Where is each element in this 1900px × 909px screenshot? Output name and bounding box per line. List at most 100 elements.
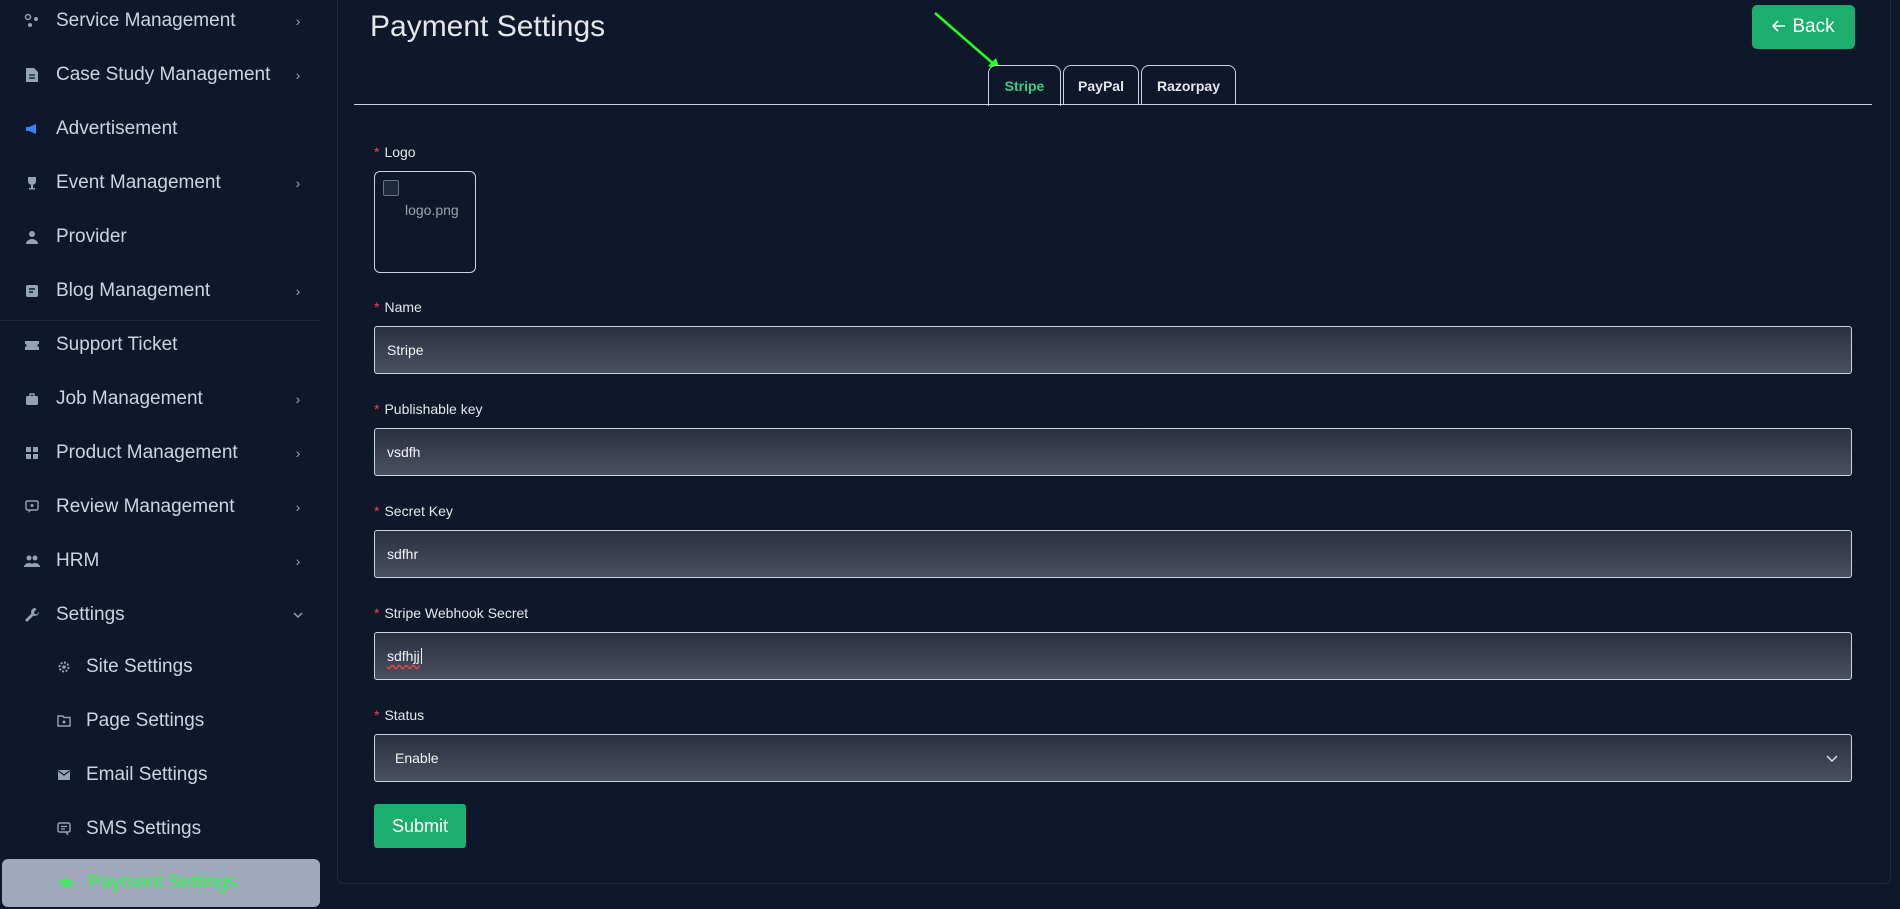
- sidebar-item-label: Provider: [56, 226, 127, 247]
- sidebar-item-product-management[interactable]: Product Management ›: [0, 426, 326, 480]
- broken-image-icon: [383, 180, 399, 196]
- sidebar-item-label: Case Study Management: [56, 64, 271, 85]
- briefcase-icon: [24, 391, 40, 407]
- sidebar-item-settings[interactable]: Settings: [0, 588, 326, 642]
- arrow-left-icon: [1772, 16, 1786, 38]
- required-mark: *: [374, 401, 380, 417]
- tab-razorpay[interactable]: Razorpay: [1141, 65, 1236, 105]
- back-button-label: Back: [1792, 16, 1835, 37]
- logo-label-text: Logo: [384, 144, 416, 160]
- webhook-secret-value: sdfhjj: [387, 648, 420, 664]
- publishable-key-value: vsdfh: [387, 444, 421, 460]
- page-icon: [56, 713, 72, 729]
- sidebar-item-label: SMS Settings: [86, 818, 202, 839]
- publishable-key-label: * Publishable key: [374, 401, 483, 417]
- name-field[interactable]: Stripe: [374, 326, 1852, 374]
- gear-icon: [56, 659, 72, 675]
- name-label: * Name: [374, 299, 422, 315]
- status-select[interactable]: Enable: [374, 734, 1852, 782]
- sidebar-item-label: Service Management: [56, 10, 236, 31]
- sidebar-item-provider[interactable]: Provider: [0, 210, 326, 264]
- chevron-right-icon: ›: [295, 553, 301, 569]
- sidebar-item-case-study-management[interactable]: Case Study Management ›: [0, 48, 326, 102]
- sidebar-item-label: Job Management: [56, 388, 203, 409]
- sidebar-item-label: Blog Management: [56, 280, 211, 301]
- chevron-right-icon: ›: [295, 499, 301, 515]
- webhook-secret-field[interactable]: sdfhjj: [374, 632, 1852, 680]
- document-icon: [24, 67, 40, 83]
- sidebar-item-sms-settings[interactable]: SMS Settings: [0, 802, 326, 856]
- publishable-key-field[interactable]: vsdfh: [374, 428, 1852, 476]
- sidebar-item-event-management[interactable]: Event Management ›: [0, 156, 326, 210]
- sidebar-item-label: Support Ticket: [56, 334, 178, 355]
- page-title: Payment Settings: [370, 10, 606, 43]
- person-icon: [24, 229, 40, 245]
- submit-button[interactable]: Submit: [374, 804, 466, 848]
- service-icon: [24, 13, 40, 29]
- logo-upload[interactable]: logo.png: [374, 171, 476, 273]
- sidebar-item-label: Payment Settings: [88, 872, 237, 893]
- users-icon: [24, 553, 40, 569]
- tab-paypal[interactable]: PayPal: [1063, 65, 1139, 105]
- eye-icon: [58, 875, 74, 891]
- status-label: * Status: [374, 707, 424, 723]
- status-label-text: Status: [384, 707, 425, 723]
- chevron-down-icon: [1825, 751, 1839, 765]
- sidebar-item-label: Email Settings: [86, 764, 208, 785]
- required-mark: *: [374, 707, 380, 723]
- chevron-right-icon: ›: [295, 175, 301, 191]
- status-value: Enable: [395, 750, 439, 766]
- sms-icon: [56, 821, 72, 837]
- review-icon: [24, 499, 40, 515]
- secret-key-field[interactable]: sdfhr: [374, 530, 1852, 578]
- tab-stripe[interactable]: Stripe: [988, 65, 1061, 106]
- sidebar-item-payment-settings[interactable]: Payment Settings: [2, 859, 320, 907]
- logo-label: * Logo: [374, 144, 416, 160]
- publishable-key-label-text: Publishable key: [384, 401, 483, 417]
- chevron-right-icon: ›: [295, 283, 301, 299]
- sidebar-item-advertisement[interactable]: Advertisement: [0, 102, 326, 156]
- sidebar-item-label: Event Management: [56, 172, 221, 193]
- required-mark: *: [374, 605, 380, 621]
- text-cursor: [420, 648, 422, 664]
- sidebar-item-page-settings[interactable]: Page Settings: [0, 694, 326, 748]
- secret-key-value: sdfhr: [387, 546, 419, 562]
- ticket-icon: [24, 337, 40, 353]
- sidebar-item-label: Settings: [56, 604, 125, 625]
- sidebar-item-service-management[interactable]: Service Management ›: [0, 0, 326, 48]
- required-mark: *: [374, 144, 380, 160]
- grid-icon: [24, 445, 40, 461]
- megaphone-icon: [24, 121, 40, 137]
- chevron-right-icon: ›: [295, 445, 301, 461]
- blog-icon: [24, 283, 40, 299]
- sidebar-item-support-ticket[interactable]: Support Ticket: [0, 318, 326, 372]
- sidebar-item-label: Product Management: [56, 442, 238, 463]
- chevron-down-icon: [292, 609, 304, 621]
- sidebar-item-job-management[interactable]: Job Management ›: [0, 372, 326, 426]
- sidebar-item-label: HRM: [56, 550, 100, 571]
- chevron-right-icon: ›: [295, 391, 301, 407]
- secret-key-label: * Secret Key: [374, 503, 453, 519]
- webhook-secret-label-text: Stripe Webhook Secret: [384, 605, 529, 621]
- required-mark: *: [374, 503, 380, 519]
- sidebar-item-email-settings[interactable]: Email Settings: [0, 748, 326, 802]
- chevron-right-icon: ›: [295, 13, 301, 29]
- logo-alt-text: logo.png: [405, 202, 459, 218]
- wrench-icon: [24, 607, 40, 623]
- secret-key-label-text: Secret Key: [384, 503, 453, 519]
- sidebar-item-hrm[interactable]: HRM ›: [0, 534, 326, 588]
- tabs-divider: [354, 104, 1872, 105]
- sidebar-item-site-settings[interactable]: Site Settings: [0, 640, 326, 694]
- sidebar-item-review-management[interactable]: Review Management ›: [0, 480, 326, 534]
- sidebar-item-label: Page Settings: [86, 710, 205, 731]
- sidebar-item-label: Advertisement: [56, 118, 178, 139]
- trophy-icon: [24, 175, 40, 191]
- name-label-text: Name: [384, 299, 422, 315]
- name-value: Stripe: [387, 342, 424, 358]
- sidebar: Service Management › Case Study Manageme…: [0, 0, 326, 909]
- sidebar-item-label: Site Settings: [86, 656, 193, 677]
- back-button[interactable]: Back: [1752, 5, 1855, 49]
- chevron-right-icon: ›: [295, 67, 301, 83]
- webhook-secret-label: * Stripe Webhook Secret: [374, 605, 528, 621]
- sidebar-item-blog-management[interactable]: Blog Management ›: [0, 264, 326, 318]
